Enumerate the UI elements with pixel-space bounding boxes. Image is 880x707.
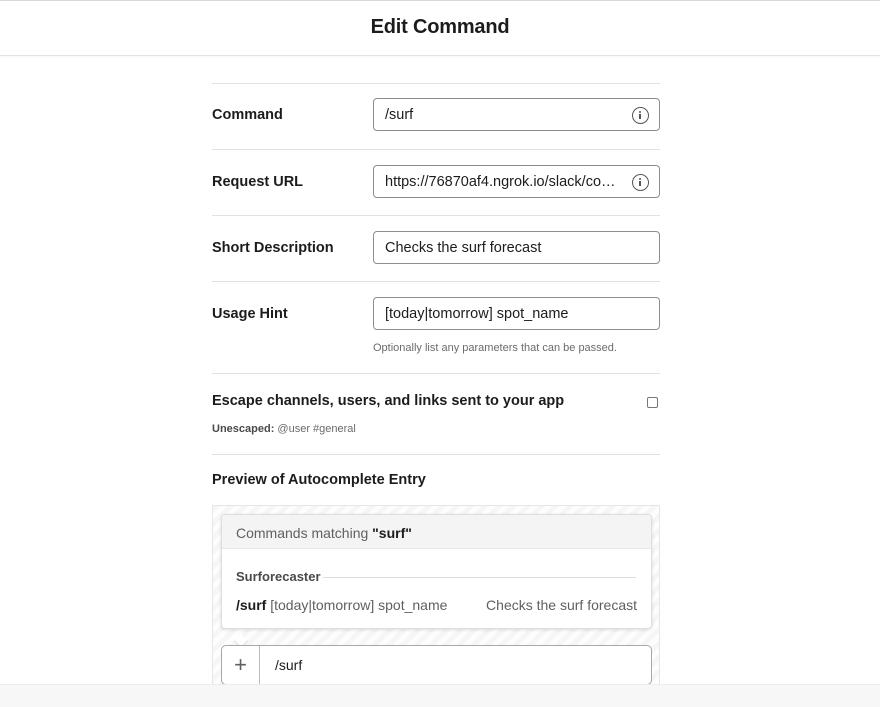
usage-hint-field-value: [today|tomorrow] spot_name xyxy=(385,306,569,322)
group-divider xyxy=(323,577,636,578)
escape-checkbox[interactable] xyxy=(647,397,658,408)
modal-footer xyxy=(0,684,880,707)
autocomplete-header-text: Commands matching "surf" xyxy=(236,525,412,541)
autocomplete-app-name: Surforecaster xyxy=(236,569,321,584)
short-description-label: Short Description xyxy=(212,240,334,256)
autocomplete-preview: Commands matching "surf" Surforecaster /… xyxy=(212,505,660,690)
divider xyxy=(212,215,660,216)
escape-note: Unescaped: @user #general xyxy=(212,423,356,435)
divider xyxy=(212,281,660,282)
divider xyxy=(212,454,660,455)
command-field[interactable]: /surf xyxy=(373,98,660,131)
info-icon[interactable] xyxy=(632,174,649,191)
divider xyxy=(212,373,660,374)
autocomplete-command-entry[interactable]: /surf [today|tomorrow] spot_name xyxy=(236,597,447,613)
modal-header: Edit Command xyxy=(0,0,880,56)
composer-text: /surf xyxy=(275,657,303,673)
divider xyxy=(212,83,660,84)
divider xyxy=(212,149,660,150)
modal-title: Edit Command xyxy=(370,16,510,38)
autocomplete-args: [today|tomorrow] spot_name xyxy=(270,597,448,613)
autocomplete-header: Commands matching "surf" xyxy=(222,515,651,549)
autocomplete-description: Checks the surf forecast xyxy=(486,597,637,613)
request-url-label: Request URL xyxy=(212,174,304,190)
top-edge-line xyxy=(0,0,880,1)
escape-note-prefix: Unescaped: xyxy=(212,423,275,435)
autocomplete-query: "surf" xyxy=(372,525,412,541)
usage-hint-label: Usage Hint xyxy=(212,306,288,322)
escape-label: Escape channels, users, and links sent t… xyxy=(212,393,565,409)
info-icon[interactable] xyxy=(632,107,649,124)
command-field-value: /surf xyxy=(385,107,414,123)
short-description-field[interactable]: Checks the surf forecast xyxy=(373,231,660,264)
command-label: Command xyxy=(212,107,283,123)
usage-hint-helper-text: Optionally list any parameters that can … xyxy=(373,342,617,354)
escape-note-value: @user #general xyxy=(277,423,356,435)
message-composer[interactable]: + /surf xyxy=(221,645,652,685)
preview-heading: Preview of Autocomplete Entry xyxy=(212,472,426,488)
autocomplete-card: Commands matching "surf" Surforecaster /… xyxy=(221,514,652,649)
usage-hint-field[interactable]: [today|tomorrow] spot_name xyxy=(373,297,660,330)
request-url-field[interactable]: https://76870af4.ngrok.io/slack/command xyxy=(373,165,660,198)
request-url-field-value: https://76870af4.ngrok.io/slack/command xyxy=(385,174,621,190)
plus-icon[interactable]: + xyxy=(222,646,260,684)
autocomplete-header-prefix: Commands matching xyxy=(236,525,369,541)
short-description-field-value: Checks the surf forecast xyxy=(385,240,542,256)
autocomplete-command: /surf xyxy=(236,597,267,613)
